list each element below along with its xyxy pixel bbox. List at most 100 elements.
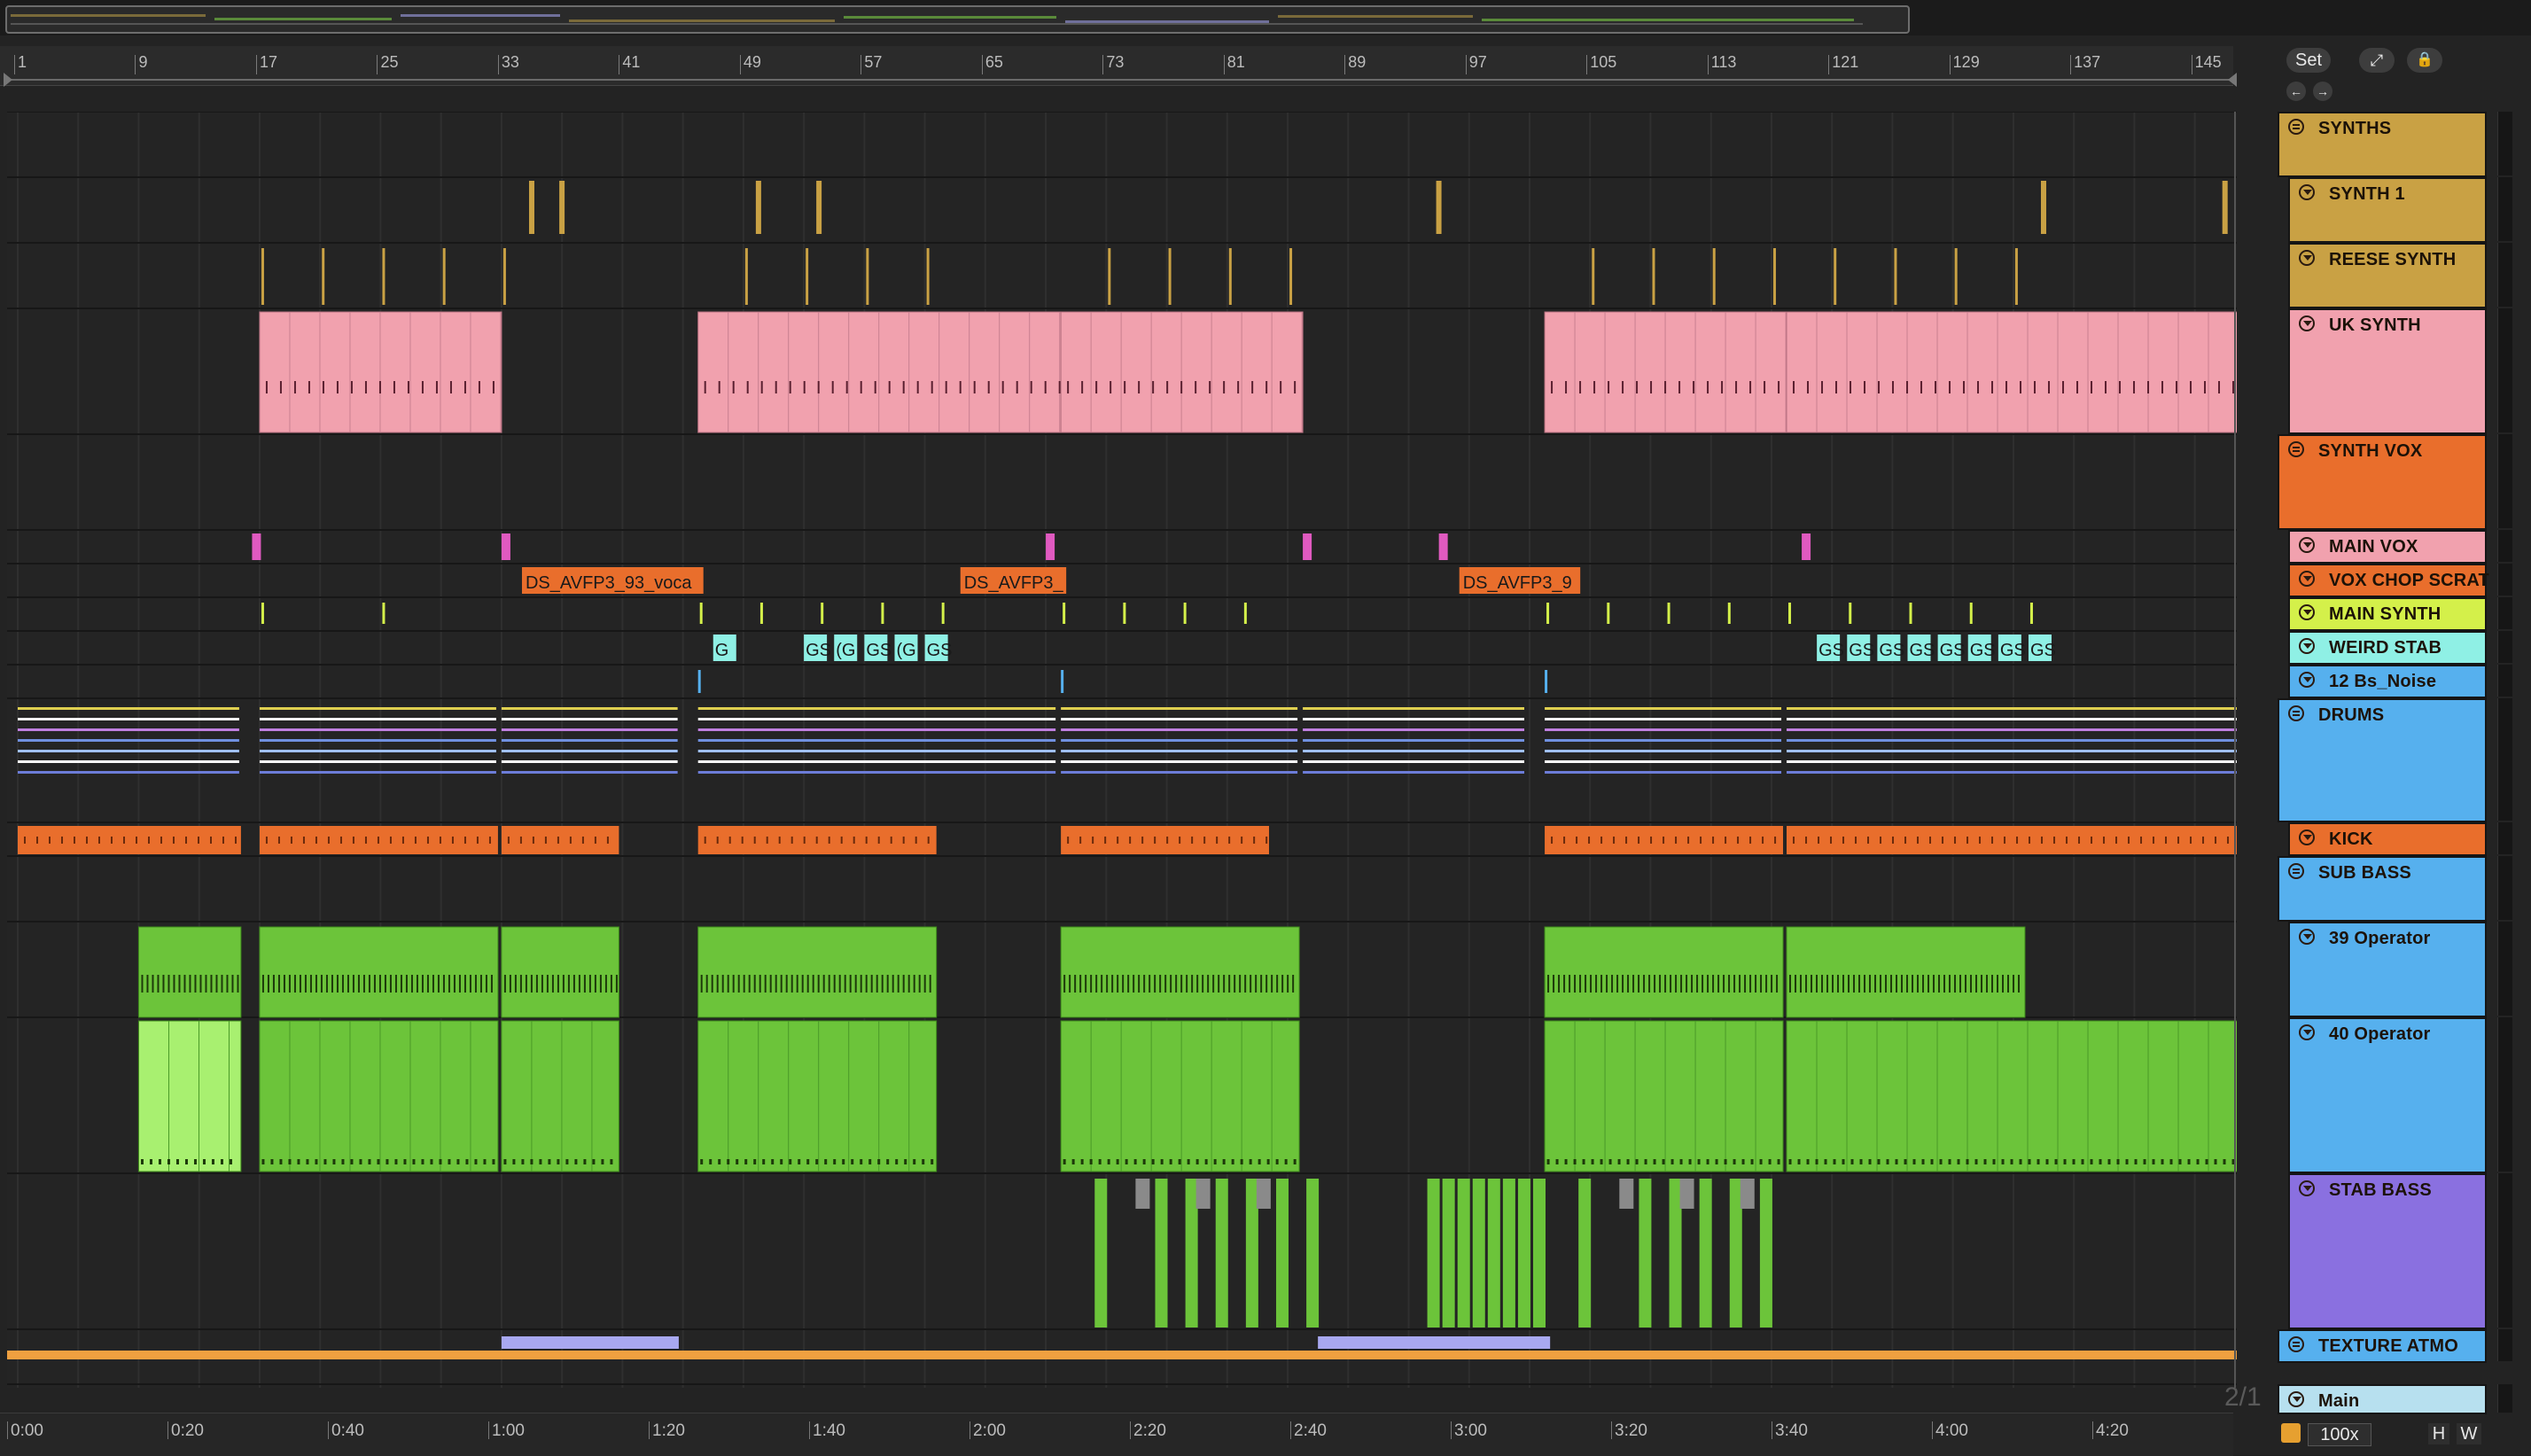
midi-clip[interactable] [1592,248,1595,305]
track-fold-icon[interactable] [2299,1024,2315,1040]
follow-icon[interactable] [2281,1423,2301,1443]
midi-clip[interactable] [502,248,506,305]
midi-clip-stab-bass[interactable] [1306,1179,1320,1328]
audio-clip-noise[interactable] [1545,670,1548,693]
drum-clip-lane[interactable] [1061,728,1298,731]
audio-clip-main-synth[interactable] [1909,603,1912,624]
track-fold-icon[interactable] [2299,250,2315,266]
midi-clip[interactable] [2040,181,2046,234]
midi-clip-uk-synth[interactable] [697,311,1062,433]
midi-clip-stab-bass[interactable] [1457,1179,1470,1328]
midi-clip[interactable] [1894,248,1897,305]
track-header-drums[interactable]: DRUMS [2278,698,2487,822]
track-fold-icon[interactable] [2299,571,2315,587]
audio-clip-main-vox[interactable] [1303,533,1312,560]
audio-clip-main-synth[interactable] [382,603,385,624]
drum-clip-lane[interactable] [259,707,496,710]
track-fold-icon[interactable] [2299,672,2315,688]
midi-clip-stab-bass[interactable] [1442,1179,1455,1328]
midi-clip-stab-bass[interactable] [1094,1179,1108,1328]
audio-clip-kick[interactable] [18,826,241,854]
midi-clip[interactable] [744,248,748,305]
drum-clip-lane[interactable] [697,771,1056,774]
midi-clip-39-operator[interactable] [1544,926,1784,1018]
audio-clip-main-vox[interactable] [1802,533,1811,560]
audio-clip-main-synth[interactable] [1788,603,1792,624]
track-header-reese-synth[interactable]: REESE SYNTH [2288,243,2487,308]
track-header-synth-1[interactable]: SYNTH 1 [2288,177,2487,243]
track-header-vox-chop-scrat[interactable]: VOX CHOP SCRAT [2288,564,2489,597]
drum-clip-lane[interactable] [1545,707,1782,710]
track-fold-icon[interactable] [2299,315,2315,331]
drum-clip-lane[interactable] [259,771,496,774]
midi-clip[interactable] [866,248,869,305]
track-fold-icon[interactable] [2299,184,2315,200]
midi-clip-stab-bass[interactable] [1578,1179,1592,1328]
drum-clip-lane[interactable] [1545,750,1782,752]
audio-clip-main-synth[interactable] [1243,603,1247,624]
drum-clip-lane[interactable] [697,718,1056,720]
track-header-synths[interactable]: SYNTHS [2278,112,2487,177]
w-button[interactable]: W [2457,1423,2481,1444]
audio-clip-noise[interactable] [697,670,701,693]
drum-clip-lane[interactable] [259,750,496,752]
drum-clip-lane[interactable] [1545,739,1782,742]
midi-clip-stab-bass-muted[interactable] [1619,1179,1634,1209]
track-fold-icon[interactable] [2299,537,2315,553]
midi-clip-39-operator[interactable] [259,926,499,1018]
audio-clip-main-synth[interactable] [1183,603,1187,624]
audio-clip-main-synth[interactable] [881,603,884,624]
drum-clip-lane[interactable] [1303,707,1524,710]
midi-clip-stab-bass-muted[interactable] [1256,1179,1271,1209]
midi-clip[interactable] [2222,181,2228,234]
midi-clip-stab-bass[interactable] [1759,1179,1772,1328]
midi-clip-stab-bass[interactable] [1699,1179,1712,1328]
midi-clip-39-operator[interactable] [501,926,619,1018]
midi-clip[interactable] [322,248,325,305]
track-header-sub-bass[interactable]: SUB BASS [2278,856,2487,922]
midi-clip[interactable] [926,248,930,305]
track-header-main[interactable]: Main [2278,1384,2487,1414]
drum-clip-lane[interactable] [1787,750,2237,752]
track-header-12-bs-noise[interactable]: 12 Bs_Noise [2288,665,2487,698]
audio-clip-main-synth[interactable] [1849,603,1852,624]
expand-icon[interactable]: ⤢ [2359,48,2395,73]
audio-clip-main-vox[interactable] [1046,533,1055,560]
drum-clip-lane[interactable] [501,750,678,752]
midi-clip-stab-bass[interactable] [1487,1179,1500,1328]
drum-clip-lane[interactable] [1303,728,1524,731]
audio-clip-main-vox[interactable] [1438,533,1448,560]
drum-clip-lane[interactable] [1545,728,1782,731]
arrangement-clips-area[interactable]: DS_AVFP3_93_voca DS_AVFP3_ DS_AVFP3_9G GS (G… [7,112,2237,1388]
audio-clip-main-synth[interactable] [1727,603,1731,624]
h-button[interactable]: H [2428,1423,2449,1444]
audio-clip-kick[interactable] [1787,826,2237,854]
group-fold-icon[interactable] [2288,441,2304,457]
arrangement-overview[interactable] [0,0,2531,35]
midi-clip[interactable] [559,181,565,234]
track-fold-icon[interactable] [2299,604,2315,620]
track-header-main-synth[interactable]: MAIN SYNTH [2288,597,2487,631]
group-fold-icon[interactable] [2288,1336,2304,1352]
drum-clip-lane[interactable] [18,760,239,763]
audio-clip-main-synth[interactable] [941,603,945,624]
midi-clip[interactable] [1954,248,1958,305]
drum-clip-lane[interactable] [501,760,678,763]
audio-clip-main-vox[interactable] [501,533,510,560]
track-header-uk-synth[interactable]: UK SYNTH [2288,308,2487,434]
midi-clip[interactable] [816,181,822,234]
midi-clip-stab-bass[interactable] [1517,1179,1530,1328]
audio-clip-main-synth[interactable] [1607,603,1610,624]
audio-clip-main-vox[interactable] [252,533,261,560]
arrow-right-icon[interactable]: → [2313,82,2332,101]
midi-clip[interactable] [1652,248,1655,305]
drum-clip-lane[interactable] [18,707,239,710]
drum-clip-lane[interactable] [501,707,678,710]
midi-clip-stab-bass-muted[interactable] [1135,1179,1150,1209]
drum-clip-lane[interactable] [1303,760,1524,763]
drum-clip-lane[interactable] [501,771,678,774]
midi-clip-39-operator[interactable] [1060,926,1300,1018]
audio-clip-main-synth[interactable] [261,603,264,624]
midi-clip[interactable] [1712,248,1716,305]
midi-clip[interactable] [1168,248,1172,305]
